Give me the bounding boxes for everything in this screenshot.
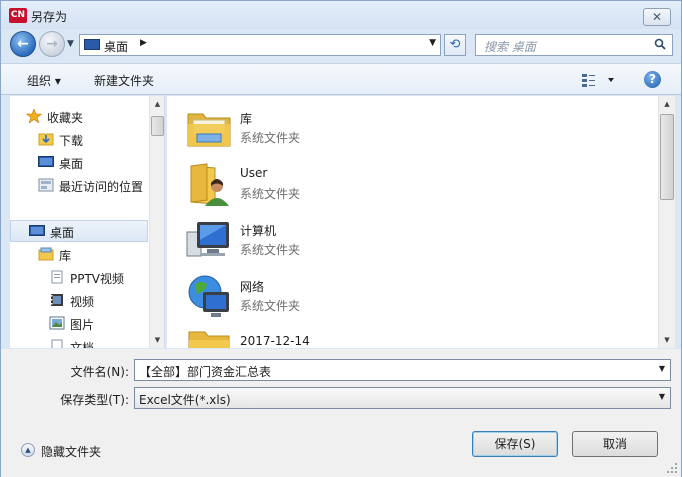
filetype-dropdown-icon[interactable]: ▼	[659, 392, 665, 401]
sidebar-item-library[interactable]: 库	[38, 244, 148, 266]
search-icon[interactable]	[654, 38, 666, 50]
address-breadcrumb[interactable]: 桌面	[104, 38, 128, 55]
filename-dropdown-icon[interactable]: ▼	[659, 364, 665, 373]
sidebar-item-pptv-video[interactable]: PPTV视频	[49, 267, 149, 289]
list-item[interactable]: 库 系统文件夹	[185, 102, 485, 156]
filetype-label: 保存类型(T):	[60, 393, 129, 407]
list-item[interactable]: 计算机 系统文件夹	[185, 214, 485, 268]
video-icon	[51, 294, 63, 306]
sidebar-item-videos[interactable]: 视频	[49, 290, 149, 312]
sidebar-item-desktop[interactable]: 桌面	[38, 152, 148, 174]
file-type: 系统文件夹	[240, 243, 301, 257]
video-library-icon	[51, 270, 63, 284]
scroll-down-icon[interactable]: ▼	[659, 332, 675, 348]
filename-field[interactable]: 【全部】部门资金汇总表 ▼	[134, 359, 671, 381]
scrollbar-thumb[interactable]	[660, 114, 674, 200]
address-bar[interactable]: 桌面 ▶ ▼	[79, 34, 441, 56]
sidebar-item-label: 文档	[70, 341, 95, 348]
sidebar-item-label: 下载	[59, 134, 84, 148]
file-name: User	[240, 166, 268, 180]
help-icon[interactable]: ?	[644, 71, 661, 88]
filetype-select[interactable]: Excel文件(*.xls) ▼	[134, 387, 671, 409]
file-name: 库	[240, 112, 253, 126]
sidebar-item-pictures[interactable]: 图片	[49, 313, 149, 335]
document-icon	[51, 339, 63, 348]
sidebar-item-recent-places[interactable]: 最近访问的位置	[38, 175, 150, 197]
organize-button[interactable]: 组织 ▾	[27, 72, 61, 89]
scroll-down-icon[interactable]: ▼	[150, 332, 164, 348]
forward-button[interactable]: →	[39, 31, 65, 57]
network-icon	[188, 275, 229, 317]
sidebar-item-label: 图片	[70, 318, 95, 332]
file-type: 系统文件夹	[240, 131, 301, 145]
list-item[interactable]: User 系统文件夹	[185, 158, 485, 212]
back-button[interactable]: ←	[10, 31, 36, 57]
sidebar-item-label: 库	[59, 249, 72, 263]
filename-value[interactable]: 【全部】部门资金汇总表	[139, 363, 271, 380]
resize-grip-icon[interactable]	[667, 463, 677, 473]
file-list-pane: 库 系统文件夹 User 系统文件夹 计算机 系统文件夹 网络 系统文件夹 20…	[167, 96, 675, 348]
recent-places-icon	[38, 178, 54, 192]
cancel-button[interactable]: 取消	[572, 431, 658, 457]
file-name: 计算机	[240, 224, 277, 238]
save-as-dialog: CN 另存为 ✕ ← → ▼ 桌面 ▶ ▼ ⟲ 搜索 桌面 组织 ▾ 新建文件夹	[0, 0, 682, 477]
hide-folders-button[interactable]: ▲ 隐藏文件夹	[21, 442, 111, 460]
library-folder-icon	[187, 113, 231, 147]
address-dropdown-icon[interactable]: ▼	[429, 38, 436, 48]
close-button[interactable]: ✕	[643, 8, 671, 26]
list-item[interactable]: 网络 系统文件夹	[185, 270, 485, 324]
search-placeholder: 搜索 桌面	[484, 40, 536, 54]
view-options-icon[interactable]	[581, 72, 615, 88]
download-folder-icon	[38, 133, 54, 146]
file-type: 系统文件夹	[240, 187, 301, 201]
command-toolbar: 组织 ▾ 新建文件夹 ?	[1, 63, 681, 95]
list-item[interactable]: 2017-12-14	[185, 326, 485, 348]
collapse-chevron-icon: ▲	[21, 443, 35, 457]
library-icon	[38, 247, 54, 261]
save-button[interactable]: 保存(S)	[472, 431, 558, 457]
navigation-pane: 收藏夹 下载 桌面 最近访问的位置 桌面 库 PPTV视频 视频 图片 文档 ▲…	[10, 96, 165, 348]
sidebar-item-documents[interactable]: 文档	[49, 336, 149, 348]
scrollbar-thumb[interactable]	[151, 116, 164, 136]
search-input[interactable]: 搜索 桌面	[475, 34, 673, 56]
desktop-icon	[38, 156, 54, 167]
sidebar-item-favorites[interactable]: 收藏夹	[26, 106, 146, 128]
refresh-button[interactable]: ⟲	[444, 34, 466, 56]
title-bar: CN 另存为 ✕	[1, 1, 681, 29]
sidebar-item-label: 视频	[70, 295, 95, 309]
filetype-value: Excel文件(*.xls)	[139, 393, 231, 407]
scroll-up-icon[interactable]: ▲	[150, 96, 164, 112]
picture-icon	[49, 316, 65, 330]
new-folder-button[interactable]: 新建文件夹	[94, 72, 154, 89]
sidebar-item-label: 桌面	[50, 226, 75, 240]
sidebar-item-label: 收藏夹	[47, 111, 84, 125]
star-icon	[26, 109, 42, 123]
filename-label: 文件名(N):	[70, 365, 129, 379]
app-icon: CN	[9, 8, 27, 23]
save-form: 文件名(N): 【全部】部门资金汇总表 ▼ 保存类型(T): Excel文件(*…	[1, 349, 681, 477]
file-list-scrollbar[interactable]: ▲ ▼	[658, 96, 675, 348]
navigation-pane-scrollbar[interactable]: ▲ ▼	[149, 96, 164, 348]
hide-folders-label: 隐藏文件夹	[41, 445, 102, 459]
sidebar-item-label: 最近访问的位置	[59, 180, 144, 194]
sidebar-item-label: 桌面	[59, 157, 84, 171]
folder-icon	[188, 331, 230, 348]
desktop-icon	[84, 39, 100, 50]
desktop-icon	[29, 225, 45, 236]
file-name: 2017-12-14	[240, 334, 310, 348]
window-title: 另存为	[31, 10, 68, 24]
sidebar-item-label: PPTV视频	[70, 272, 125, 286]
user-folder-icon	[190, 163, 229, 206]
breadcrumb-chevron-icon[interactable]: ▶	[140, 38, 147, 48]
scroll-up-icon[interactable]: ▲	[659, 96, 675, 112]
navigation-bar: ← → ▼ 桌面 ▶ ▼ ⟲ 搜索 桌面	[1, 29, 681, 61]
sidebar-item-downloads[interactable]: 下载	[38, 129, 148, 151]
recent-pages-dropdown-icon[interactable]: ▼	[67, 39, 74, 49]
file-type: 系统文件夹	[240, 299, 301, 313]
computer-icon	[186, 222, 229, 257]
file-name: 网络	[240, 280, 265, 294]
sidebar-item-desktop-root[interactable]: 桌面	[10, 220, 148, 242]
